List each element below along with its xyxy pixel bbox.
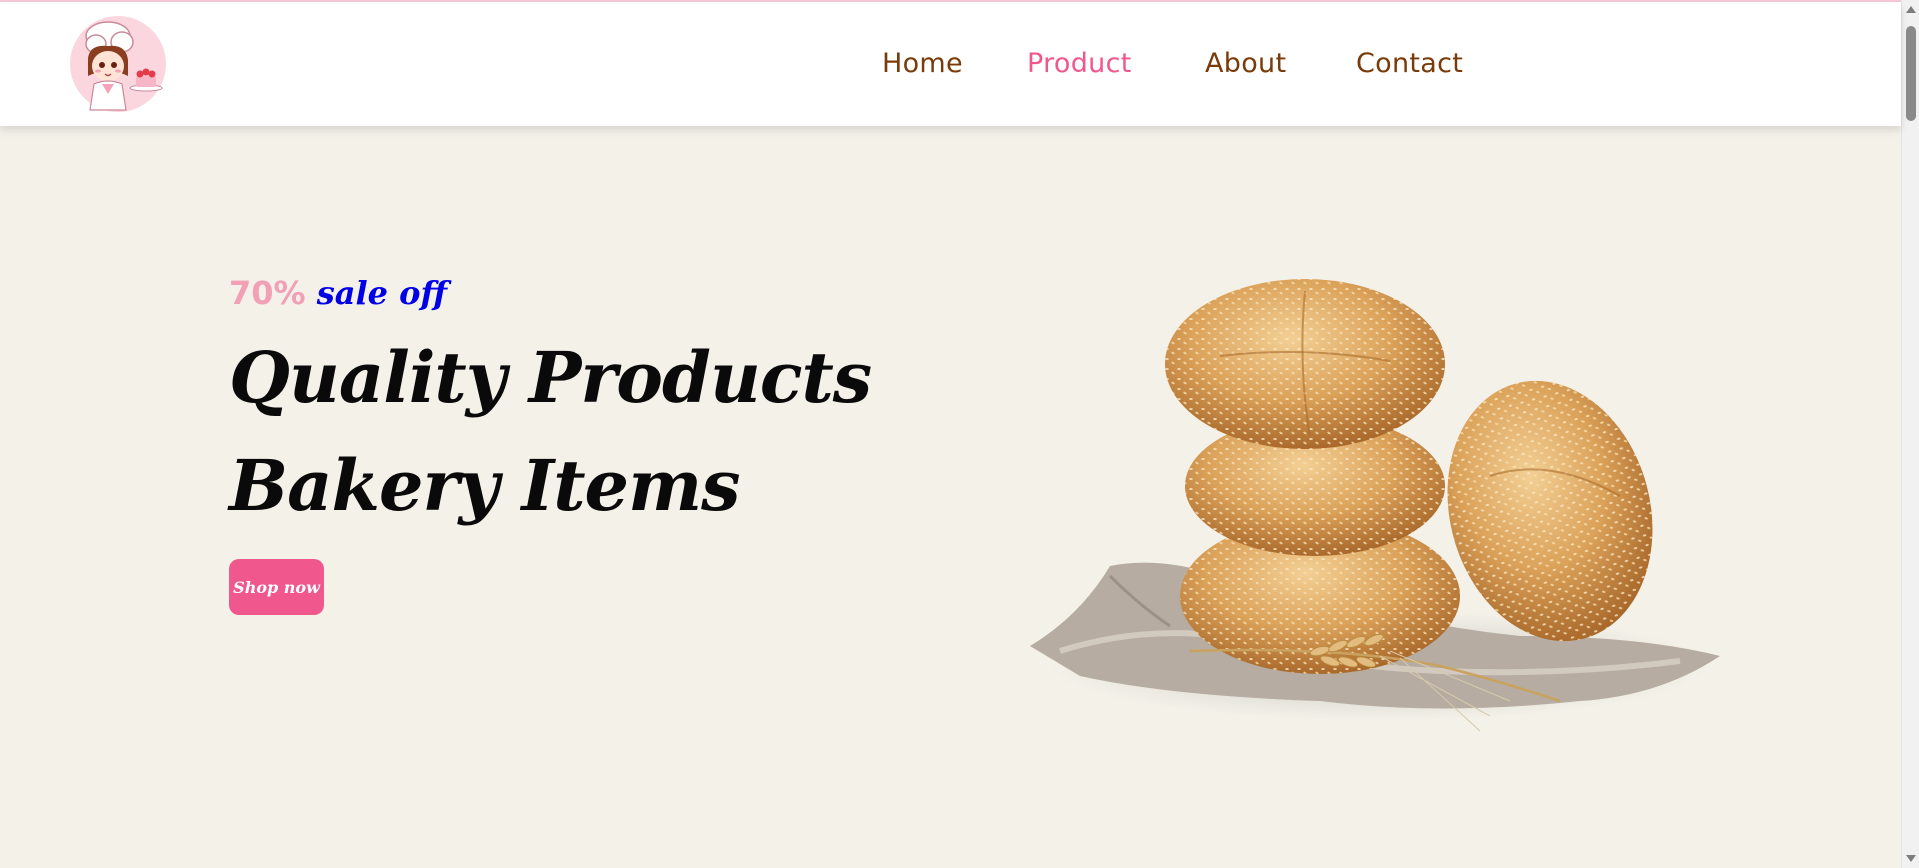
scroll-thumb[interactable] — [1906, 26, 1916, 121]
vertical-scrollbar[interactable] — [1901, 0, 1919, 868]
scroll-down-arrow-icon[interactable] — [1906, 855, 1916, 862]
main-nav: Home Product About Contact — [0, 48, 1901, 88]
headline-line-1: Quality Products — [229, 336, 872, 419]
sale-text: sale off — [316, 274, 447, 312]
nav-link-product[interactable]: Product — [1027, 48, 1132, 79]
bread-rolls-image — [1020, 196, 1740, 756]
scroll-up-arrow-icon[interactable] — [1906, 6, 1916, 13]
headline-line-2: Bakery Items — [229, 444, 741, 527]
nav-link-contact[interactable]: Contact — [1356, 48, 1463, 79]
nav-link-home[interactable]: Home — [882, 48, 963, 79]
navbar: Home Product About Contact — [0, 2, 1901, 126]
shop-now-button[interactable]: Shop now — [229, 559, 324, 615]
nav-link-about[interactable]: About — [1205, 48, 1286, 79]
hero-section: 70% sale off Quality Products Bakery Ite… — [0, 126, 1901, 868]
sale-percent: 70% — [229, 274, 306, 312]
sale-tagline: 70% sale off — [229, 274, 447, 312]
